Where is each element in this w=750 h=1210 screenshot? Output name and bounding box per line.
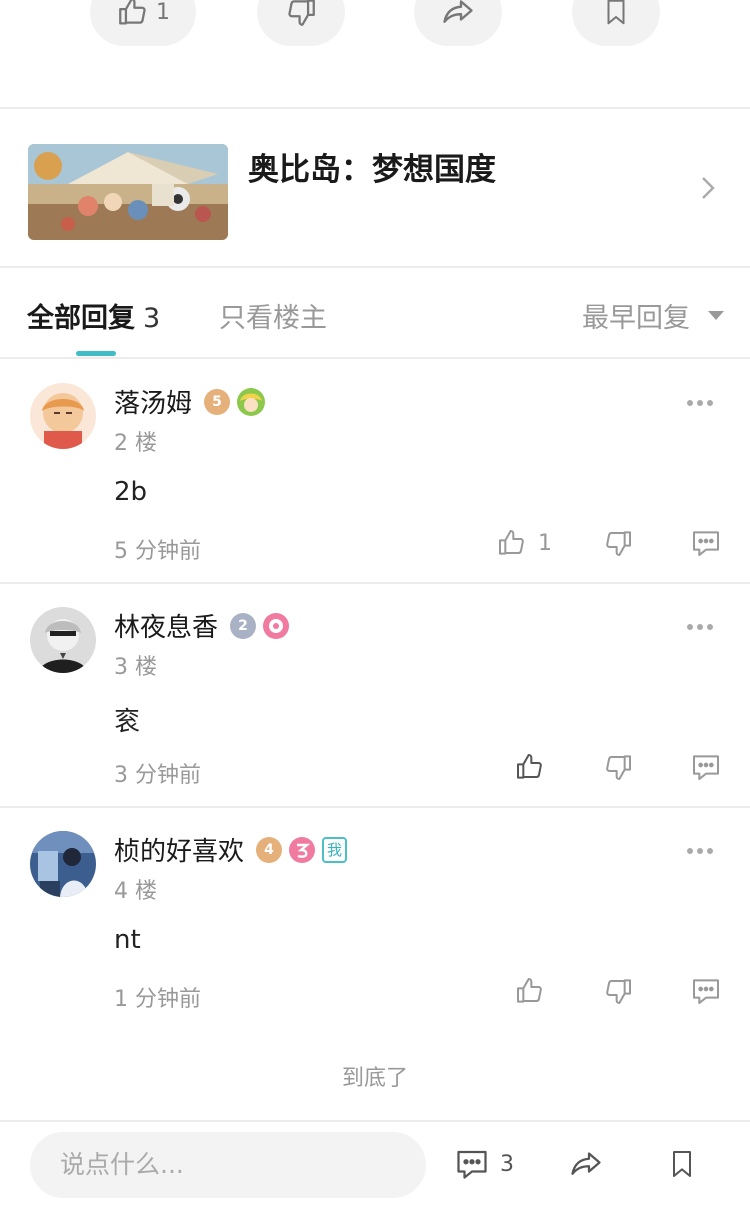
bookmark-button[interactable] <box>666 1146 698 1182</box>
sort-dropdown[interactable]: 最早回复 <box>582 296 724 335</box>
share-button[interactable] <box>566 1146 606 1182</box>
tab-all-replies[interactable]: 全部回复 3 <box>27 296 160 335</box>
thumbs-down-icon <box>606 755 631 780</box>
reply-button[interactable] <box>690 527 722 559</box>
dislike-button[interactable] <box>602 751 634 783</box>
me-tag: 我 <box>322 836 348 863</box>
bookmark-post-button[interactable] <box>572 0 660 46</box>
divider <box>0 266 750 268</box>
bottom-bar: 说点什么... 3 <box>0 1120 750 1210</box>
comment-item: 落汤姆 5 2 楼 2b 5 分钟前 1 <box>0 359 750 583</box>
game-thumbnail <box>28 144 228 240</box>
floor-number: 4 楼 <box>114 879 157 904</box>
level-badge-icon: 4 <box>256 836 283 863</box>
comment-text: 衮 <box>114 707 141 737</box>
dislike-button[interactable] <box>602 527 634 559</box>
avatar[interactable] <box>30 607 96 673</box>
chevron-right-icon <box>702 177 715 199</box>
divider <box>0 107 750 109</box>
comment-icon <box>693 979 719 1004</box>
comment-count: 3 <box>500 1151 514 1177</box>
sort-label: 最早回复 <box>582 303 690 334</box>
thumbs-down-icon <box>288 0 315 26</box>
comment-icon <box>693 755 719 780</box>
comment-time: 1 分钟前 <box>114 987 201 1012</box>
fan-badge-icon <box>289 836 316 863</box>
reply-button[interactable] <box>690 975 722 1007</box>
comment-text: 2b <box>114 477 148 507</box>
level-number: 2 <box>238 617 248 634</box>
comment-input[interactable]: 说点什么... <box>30 1132 426 1198</box>
share-post-button[interactable] <box>414 0 502 46</box>
username-row: 桢的好喜欢 4 我 <box>114 831 348 868</box>
username-row: 落汤姆 5 <box>114 383 266 420</box>
like-post-button[interactable]: 1 <box>90 0 196 46</box>
level-badge-icon: 5 <box>204 388 231 415</box>
username[interactable]: 落汤姆 <box>114 383 192 420</box>
comment-icon <box>457 1150 487 1179</box>
tab-all-label: 全部回复 <box>27 303 135 334</box>
caret-down-icon <box>708 310 724 320</box>
comment-time: 3 分钟前 <box>114 763 201 788</box>
like-count: 1 <box>538 530 552 556</box>
floor-number: 2 楼 <box>114 431 157 456</box>
username[interactable]: 桢的好喜欢 <box>114 831 244 868</box>
comment-text: nt <box>114 925 141 955</box>
character-badge-icon <box>237 387 266 416</box>
like-button[interactable] <box>514 751 556 783</box>
thumbs-up-icon <box>517 754 542 779</box>
tab-op-only[interactable]: 只看楼主 <box>219 296 327 335</box>
more-options-icon[interactable] <box>686 399 714 407</box>
fan-badge-icon <box>263 612 290 639</box>
thumbs-down-icon <box>606 979 631 1004</box>
like-button[interactable] <box>514 975 556 1007</box>
tab-all-count: 3 <box>143 303 161 334</box>
end-of-list-text: 到底了 <box>341 1066 408 1091</box>
thumbs-up-icon <box>499 530 524 555</box>
bookmark-icon <box>673 1151 691 1177</box>
more-options-icon[interactable] <box>686 847 714 855</box>
like-button[interactable]: 1 <box>496 527 552 559</box>
comment-icon <box>693 531 719 556</box>
bookmark-icon <box>607 0 625 25</box>
avatar[interactable] <box>30 831 96 897</box>
comments-button[interactable]: 3 <box>454 1146 514 1182</box>
floor-number: 3 楼 <box>114 655 157 680</box>
thumbs-up-icon <box>119 0 146 25</box>
more-options-icon[interactable] <box>686 623 714 631</box>
game-title: 奥比岛：梦想国度 <box>248 152 496 188</box>
comment-item: 桢的好喜欢 4 我 4 楼 nt 1 分钟前 <box>0 807 750 1031</box>
thumbs-down-icon <box>606 531 631 556</box>
reply-button[interactable] <box>690 751 722 783</box>
level-number: 5 <box>212 393 222 410</box>
thumbs-up-icon <box>517 978 542 1003</box>
username[interactable]: 林夜息香 <box>114 607 218 644</box>
dislike-button[interactable] <box>602 975 634 1007</box>
comment-time: 5 分钟前 <box>114 539 201 564</box>
level-number: 4 <box>264 841 274 858</box>
comment-item: 林夜息香 2 3 楼 衮 3 分钟前 <box>0 583 750 807</box>
tab-underline <box>76 351 116 356</box>
username-row: 林夜息香 2 <box>114 607 290 644</box>
like-count: 1 <box>156 0 170 25</box>
game-card[interactable]: 奥比岛：梦想国度 <box>0 110 750 266</box>
dislike-post-button[interactable] <box>257 0 345 46</box>
avatar[interactable] <box>30 383 96 449</box>
share-icon <box>571 1152 601 1175</box>
share-icon <box>443 0 473 23</box>
level-badge-icon: 2 <box>230 612 257 639</box>
